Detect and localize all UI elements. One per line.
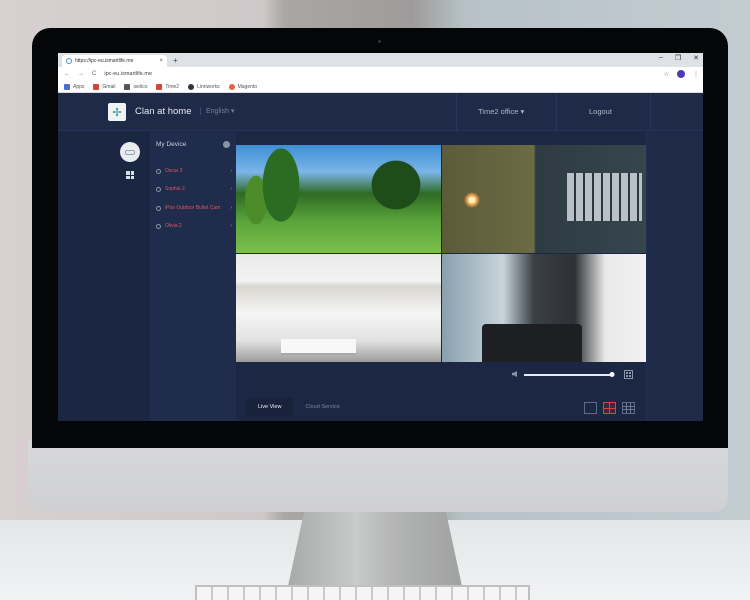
bookmark-magento[interactable]: Magento: [228, 83, 257, 90]
bookmark-iselico[interactable]: iselico: [124, 83, 147, 90]
app-logo-icon[interactable]: ✢: [108, 103, 126, 121]
webcam: [378, 40, 381, 43]
camera-icon: [156, 168, 161, 174]
restore-icon[interactable]: ❐: [675, 54, 681, 62]
device-item[interactable]: Oscar 2 ›: [156, 165, 232, 177]
gmail-icon: [93, 83, 100, 90]
browser-menu-icon[interactable]: ⋮: [693, 71, 699, 78]
live-view-area: Live View Cloud Service: [236, 132, 646, 421]
layout-single-icon[interactable]: [584, 402, 597, 414]
iselico-icon: [124, 83, 131, 90]
linnworks-icon: [188, 83, 195, 90]
volume-slider[interactable]: [524, 372, 615, 377]
header-divider: [556, 93, 557, 131]
browser-tabbar: https://ipc-eu.ismartlife.me × + – ❐ ✕: [58, 53, 703, 67]
device-item[interactable]: iPoo Outdoor Bullet Cam ›: [156, 202, 232, 214]
layout-switcher: [584, 402, 635, 414]
device-item[interactable]: Olivia 2 ›: [156, 220, 232, 232]
camera-feed-garden[interactable]: [236, 145, 441, 253]
playback-controls: Live View Cloud Service: [236, 361, 645, 421]
camera-feed-living-room[interactable]: [442, 254, 646, 362]
new-tab-button[interactable]: +: [173, 55, 178, 67]
logout-button[interactable]: Logout: [589, 107, 612, 116]
app: ✢ Clan at home English ▾ Time2 office ▾ …: [58, 93, 703, 421]
url-field[interactable]: ipc-eu.ismartlife.me: [104, 71, 152, 77]
address-bar-row: ← → C ipc-eu.ismartlife.me ☆ ⋮: [58, 67, 703, 81]
layout-quad-icon[interactable]: [603, 402, 616, 414]
monitor-chin: [28, 440, 728, 512]
chevron-right-icon: ›: [230, 223, 232, 229]
minimize-icon[interactable]: –: [659, 54, 663, 62]
close-tab-icon[interactable]: ×: [159, 58, 163, 64]
magento-icon: [228, 83, 235, 90]
settings-gear-icon[interactable]: [223, 141, 230, 148]
volume-icon[interactable]: [512, 371, 517, 377]
device-item[interactable]: Sophia 2 ›: [156, 183, 232, 195]
left-rail: [58, 132, 150, 421]
right-pane: [646, 132, 703, 421]
chevron-right-icon: ›: [230, 205, 232, 211]
chevron-right-icon: ›: [230, 186, 232, 192]
apps-grid-icon: [64, 83, 70, 90]
dashboard-grid-icon[interactable]: [126, 171, 134, 179]
user-avatar[interactable]: [120, 142, 140, 162]
forward-icon[interactable]: →: [78, 71, 84, 77]
language-select[interactable]: English ▾: [200, 107, 234, 115]
app-header: ✢ Clan at home English ▾ Time2 office ▾ …: [58, 93, 703, 131]
tab-live-view[interactable]: Live View: [246, 398, 294, 416]
profile-avatar[interactable]: [677, 70, 685, 78]
bookmarks-bar: Apps Gmail iselico Time2 Linnworks Magen…: [58, 81, 703, 93]
camera-icon: [156, 186, 161, 192]
fullscreen-icon[interactable]: [624, 370, 633, 379]
camera-icon: [156, 223, 161, 229]
header-divider: [650, 93, 651, 131]
camera-feed-exterior[interactable]: [442, 145, 646, 253]
bookmark-star-icon[interactable]: ☆: [664, 71, 669, 78]
device-panel: My Device Oscar 2 › Sophia 2 › iPoo Outd…: [150, 132, 236, 421]
device-panel-title: My Device: [156, 141, 187, 148]
camera-icon: [156, 205, 161, 211]
bookmark-apps[interactable]: Apps: [64, 83, 84, 90]
close-window-icon[interactable]: ✕: [693, 54, 699, 62]
browser-tab[interactable]: https://ipc-eu.ismartlife.me ×: [62, 55, 167, 67]
screen: https://ipc-eu.ismartlife.me × + – ❐ ✕ ←…: [58, 53, 703, 421]
bookmark-gmail[interactable]: Gmail: [93, 83, 115, 90]
tab-title: https://ipc-eu.ismartlife.me: [75, 58, 134, 64]
bookmark-time2[interactable]: Time2: [156, 83, 179, 90]
chevron-right-icon: ›: [230, 168, 232, 174]
camera-feed-kitchen[interactable]: [236, 254, 441, 362]
reload-icon[interactable]: C: [92, 71, 96, 77]
layout-nine-icon[interactable]: [622, 402, 635, 414]
office-select[interactable]: Time2 office ▾: [478, 107, 524, 116]
header-divider: [456, 93, 457, 131]
time2-icon: [156, 83, 163, 90]
brand-title: Clan at home: [135, 106, 192, 117]
view-tabs: Live View Cloud Service: [246, 398, 352, 416]
volume-slider-knob[interactable]: [609, 372, 615, 377]
favicon-icon: [66, 58, 72, 64]
keyboard: [195, 585, 530, 600]
camera-grid: [236, 145, 646, 362]
bookmark-linnworks[interactable]: Linnworks: [188, 83, 220, 90]
back-icon[interactable]: ←: [64, 71, 70, 77]
camera-avatar-icon: [125, 149, 135, 155]
tab-cloud-service[interactable]: Cloud Service: [293, 398, 351, 416]
volume-slider-fill: [524, 374, 612, 376]
